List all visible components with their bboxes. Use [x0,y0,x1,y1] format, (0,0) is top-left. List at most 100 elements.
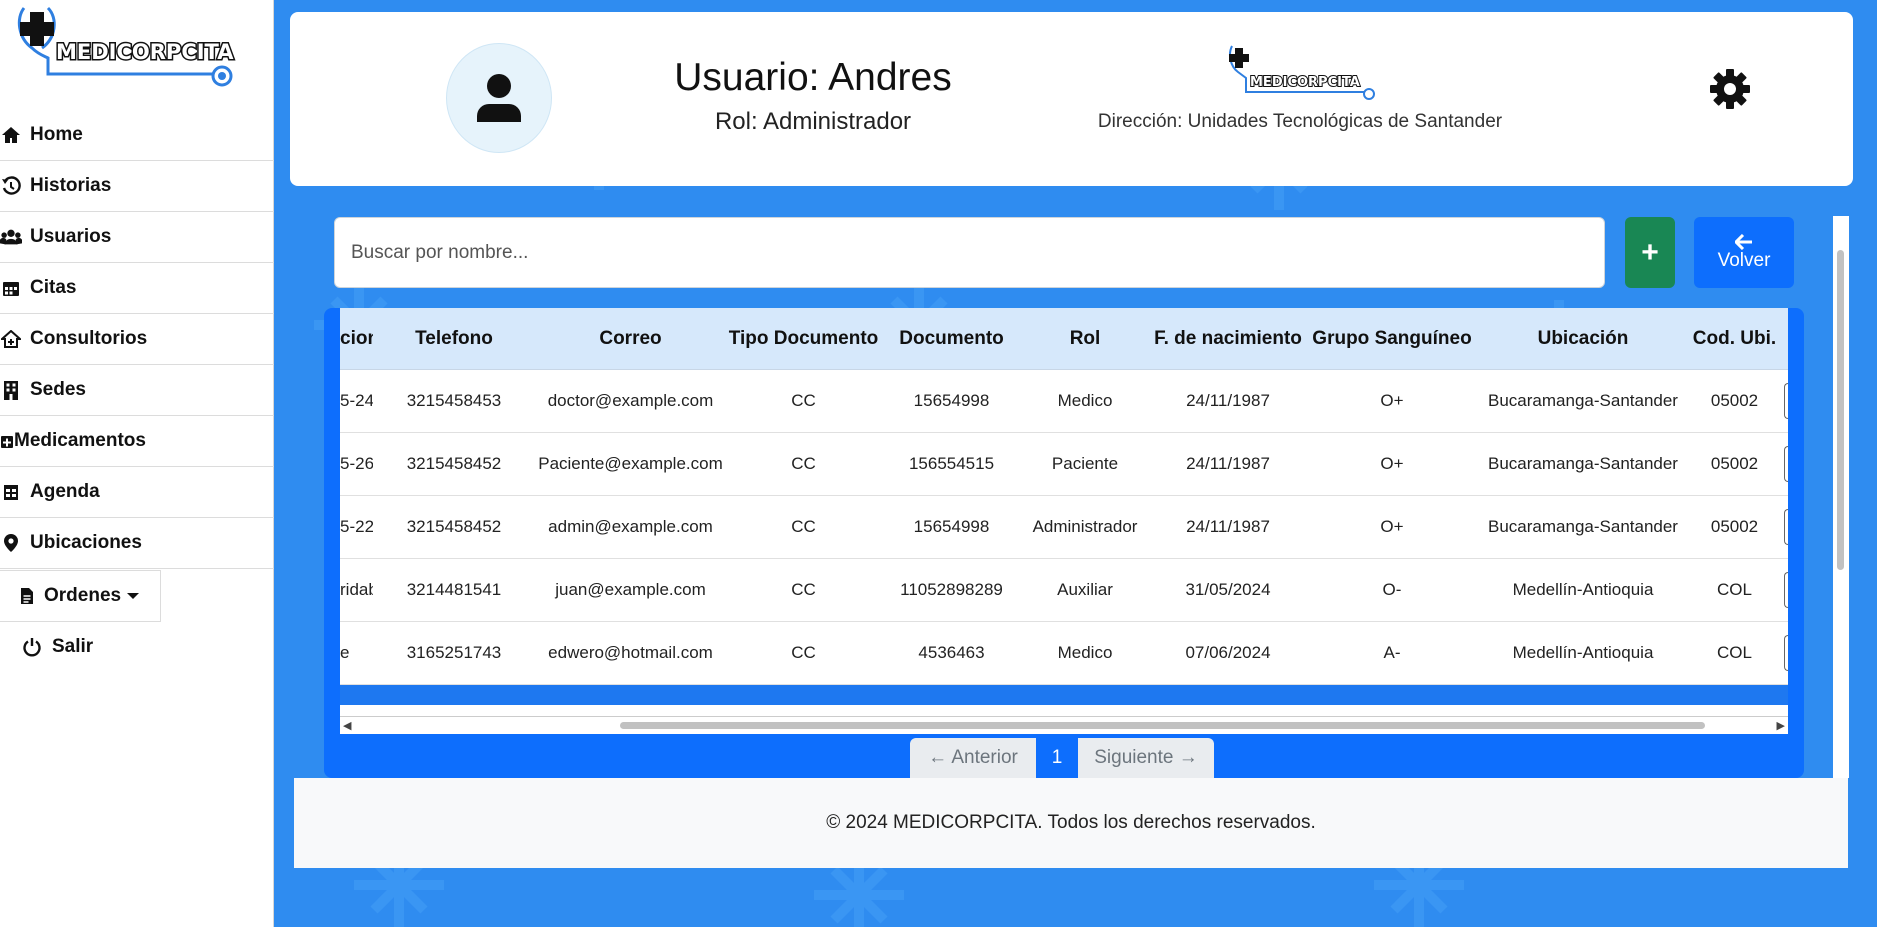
table-cell: CC [791,643,816,662]
table-row: 5-24 3215458453 doctor@example.com CC 15… [340,370,1788,433]
building-icon [0,380,22,400]
chevron-down-icon [127,593,140,599]
scrollbar-thumb[interactable] [1837,250,1844,570]
col-header: Grupo Sanguíneo [1312,327,1472,349]
table-cell: 156554515 [908,454,995,473]
table-cell: Administrador [1032,517,1138,536]
table-cell: doctor@example.com [547,391,714,410]
calendar-icon [0,278,22,298]
table-cell: 5-22 [340,517,373,536]
table-row: e 3165251743 edwero@hotmail.com CC 45364… [340,622,1788,685]
power-icon [22,637,42,657]
row-action-button[interactable] [1784,446,1788,482]
table-cell: Paciente [1051,454,1119,473]
sidebar-item-home[interactable]: Home [0,110,274,161]
table-cell: 24/11/1987 [1186,391,1270,410]
sidebar-item-historias[interactable]: Historias [0,161,274,212]
sidebar-item-medicamentos[interactable]: Medicamentos [0,416,274,467]
row-action-button[interactable] [1784,509,1788,545]
scroll-right-icon[interactable]: ▶ [1777,719,1785,732]
col-header: Ubicación [1537,327,1629,349]
sidebar-item-label: Citas [30,277,77,298]
user-role: Rol: Administrador [714,108,912,135]
brand-logo[interactable]: MEDICORPCITA [8,0,240,96]
table-cell: 3165251743 [406,643,502,662]
table-cell: CC [791,517,816,536]
avatar [446,43,552,153]
logout-link[interactable]: Salir [22,634,93,660]
users-content: Buscar por nombre... + Volver cion Telef… [324,208,1840,778]
table-cell: ridablanca [340,580,373,599]
table-cell: 31/05/2024 [1185,580,1271,599]
row-action-button[interactable] [1784,572,1788,608]
table-cell: O+ [1380,517,1404,536]
table-cell: Medico [1057,391,1113,410]
horizontal-scrollbar[interactable]: ◀ ▶ [340,716,1788,734]
sidebar-item-ubicaciones[interactable]: Ubicaciones [0,518,274,569]
add-user-button[interactable]: + [1625,217,1675,288]
sidebar-item-label: Consultorios [30,328,148,349]
table-row: 5-22 3215458452 admin@example.com CC 156… [340,496,1788,559]
col-header: F. de nacimiento [1154,327,1302,349]
col-header: Cod. Ubi. [1692,327,1777,349]
table-cell: 15654998 [913,391,990,410]
table-cell: 5-24 [340,391,373,410]
table-cell: Auxiliar [1057,580,1113,599]
scrollbar-thumb[interactable] [620,722,1705,729]
gear-icon[interactable] [1708,67,1752,111]
svg-text:MEDICORPCITA: MEDICORPCITA [56,40,234,64]
back-button[interactable]: Volver [1694,217,1794,288]
logout-label: Salir [52,636,94,657]
col-header: Tipo Documento [728,327,879,349]
table-cell: 11052898289 [900,580,1003,599]
row-action-button[interactable] [1784,383,1788,419]
sidebar-item-label: Usuarios [30,226,112,247]
users-table-card: cion Telefono Correo Tipo Documento Docu… [324,308,1804,778]
sidebar-item-citas[interactable]: Citas [0,263,274,314]
table-cell: 4536463 [918,643,985,662]
svg-text:MEDICORPCITA: MEDICORPCITA [1250,75,1360,90]
table-cell: 3215458452 [406,454,502,473]
table-cell: CC [791,391,816,410]
header-logo: MEDICORPCITA [1226,42,1376,112]
prev-page-button[interactable]: ← Anterior [910,738,1036,778]
search-input[interactable]: Buscar por nombre... [334,217,1605,288]
document-icon [20,587,36,605]
users-table[interactable]: cion Telefono Correo Tipo Documento Docu… [340,308,1788,716]
row-action-button[interactable] [1784,635,1788,671]
table-cell: 3215458453 [406,391,502,410]
table-cell: O+ [1380,454,1404,473]
scroll-left-icon[interactable]: ◀ [343,719,351,732]
table-cell: Medellín-Antioquia [1512,643,1654,662]
search-placeholder: Buscar por nombre... [351,241,529,263]
table-cell: 24/11/1987 [1186,454,1270,473]
sidebar: MEDICORPCITA Home Historias Usuarios Cit… [0,0,274,927]
sidebar-item-usuarios[interactable]: Usuarios [0,212,274,263]
medkit-icon [0,431,14,451]
sidebar-item-agenda[interactable]: Agenda [0,467,274,518]
vertical-scrollbar[interactable] [1833,216,1849,778]
sidebar-item-label: Medicamentos [14,430,146,451]
col-header: Telefono [415,327,493,349]
table-cell: 3215458452 [406,517,502,536]
location-pin-icon [0,533,22,553]
home-icon [0,125,22,145]
table-cell: Bucaramanga-Santander [1488,391,1678,410]
table-cell: CC [791,580,816,599]
current-page[interactable]: 1 [1036,738,1078,778]
next-page-button[interactable]: Siguiente → [1078,738,1214,778]
table-cell: 3214481541 [406,580,502,599]
users-icon [0,227,22,247]
table-header: cion Telefono Correo Tipo Documento Docu… [340,308,1788,370]
orders-dropdown-button[interactable]: Ordenes [0,570,161,622]
col-header: Rol [1069,327,1101,349]
sidebar-item-sedes[interactable]: Sedes [0,365,274,416]
sidebar-item-consultorios[interactable]: Consultorios [0,314,274,365]
user-header: Usuario: Andres Rol: Administrador MEDIC… [290,12,1853,186]
orders-dropdown-label: Ordenes [44,585,122,606]
user-icon [477,74,521,122]
table-cell: CC [791,454,816,473]
sidebar-item-label: Home [30,124,83,145]
copyright-text: © 2024 MEDICORPCITA. Todos los derechos … [826,812,1316,833]
table-cell: Medellín-Antioquia [1512,580,1654,599]
